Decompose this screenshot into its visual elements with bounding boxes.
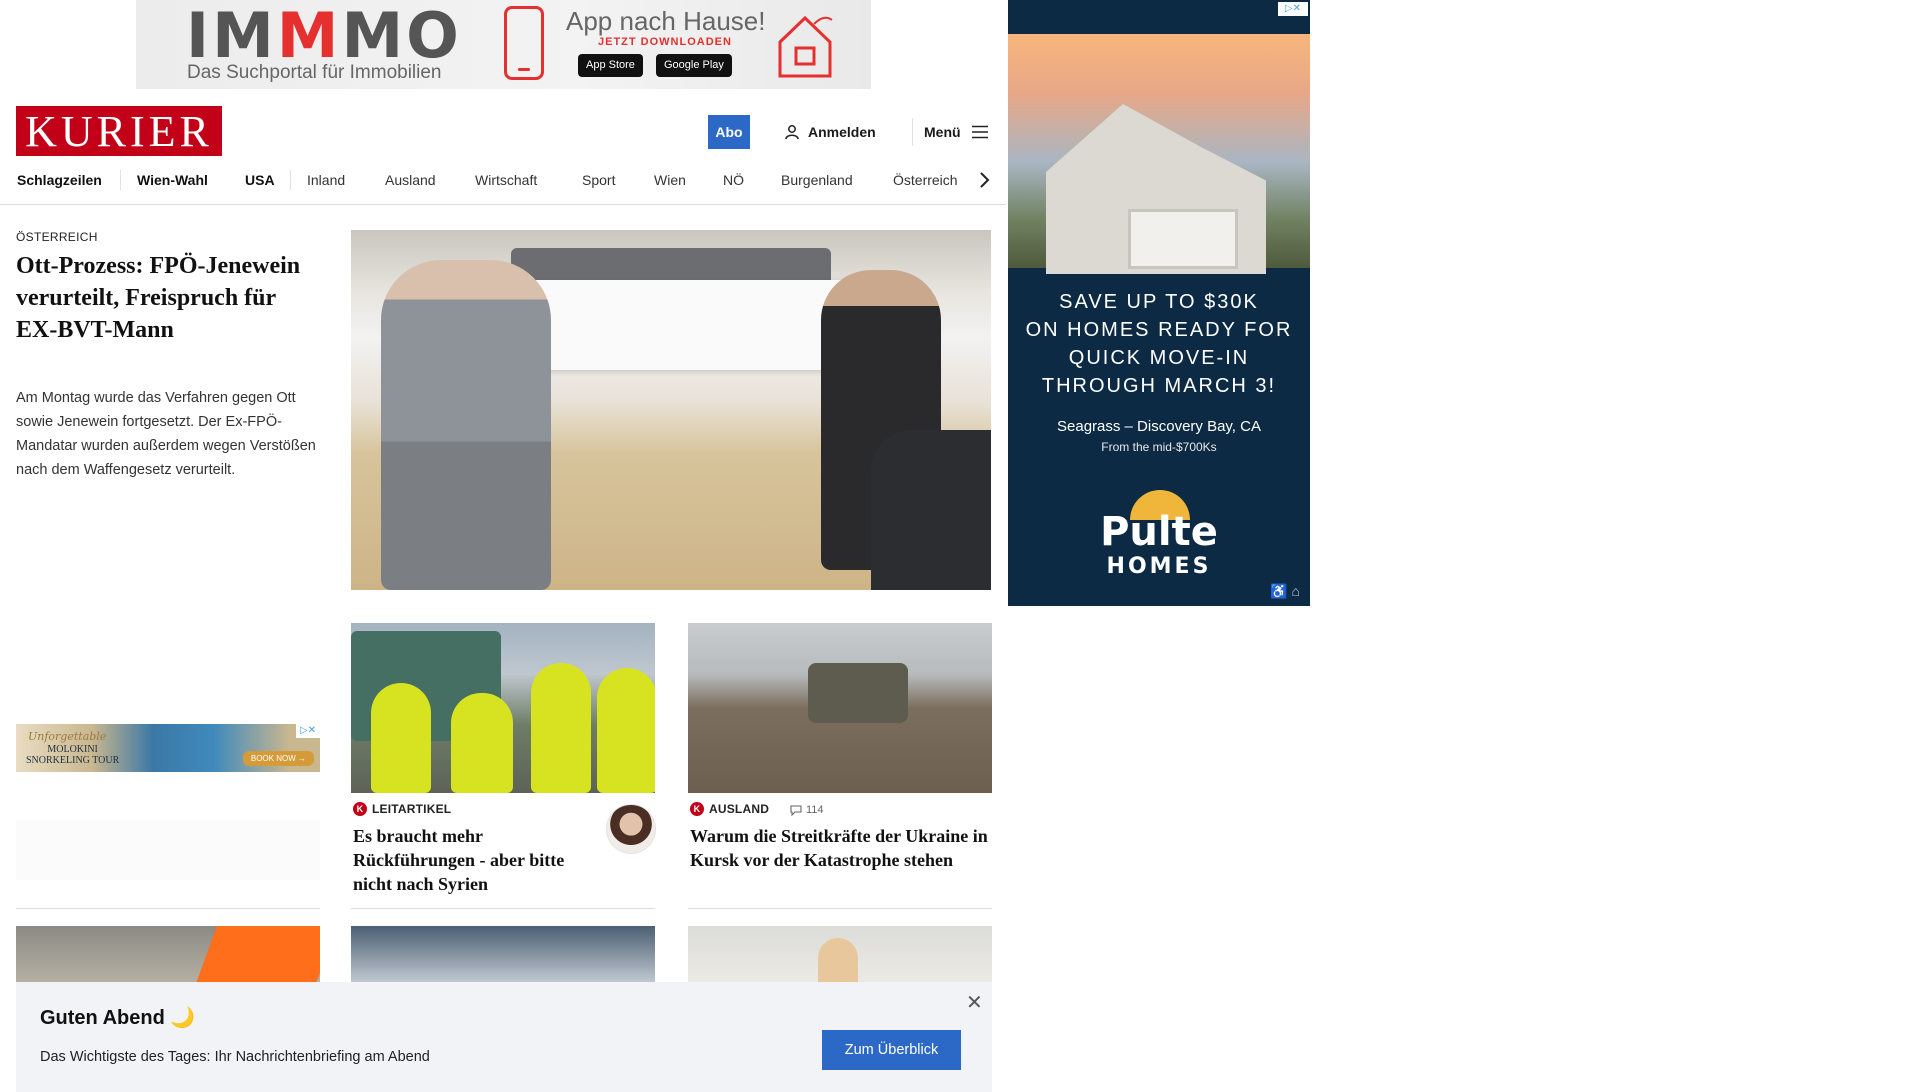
lead-teaser[interactable]: Am Montag wurde das Verfahren gegen Ott … xyxy=(16,386,316,482)
book-now-button[interactable]: BOOK NOW → xyxy=(242,751,314,766)
chevron-right-icon[interactable] xyxy=(978,171,990,189)
ad-cta: JETZT DOWNLOADEN xyxy=(598,36,732,48)
author-avatar xyxy=(606,804,656,854)
lead-image[interactable] xyxy=(351,230,991,590)
accessibility-icon: ♿ ⌂ xyxy=(1270,583,1300,599)
section-nav: Schlagzeilen Wien-Wahl USA Inland Auslan… xyxy=(16,170,1006,200)
ad-choices-icon[interactable]: ▷✕ xyxy=(296,724,320,738)
nav-item-burgenland[interactable]: Burgenland xyxy=(781,170,853,190)
close-icon[interactable]: ✕ xyxy=(966,990,983,1015)
kurier-logo[interactable]: KURIER xyxy=(16,106,222,156)
nav-item-usa[interactable]: USA xyxy=(245,170,275,190)
briefing-title: Guten Abend 🌙 xyxy=(40,1007,196,1029)
ad-brand-logo: IMMMO xyxy=(186,0,462,72)
nav-separator xyxy=(0,204,1006,205)
nav-item-oesterreich[interactable]: Österreich xyxy=(893,170,958,190)
header-divider xyxy=(912,118,913,146)
top-banner-ad[interactable]: IMMMO Das Suchportal für Immobilien App … xyxy=(136,0,871,89)
comment-count[interactable]: 114 xyxy=(790,804,824,816)
nav-item-inland[interactable]: Inland xyxy=(307,170,345,190)
nav-divider xyxy=(120,170,121,190)
login-button[interactable]: Anmelden xyxy=(784,121,876,143)
snorkeling-ad[interactable]: Unforgettable MOLOKINI SNORKELING TOUR BO… xyxy=(16,724,320,772)
card-image-tank[interactable] xyxy=(688,623,992,793)
ad-price: From the mid-$700Ks xyxy=(1101,440,1217,454)
overview-button[interactable]: Zum Überblick xyxy=(822,1030,961,1070)
user-icon xyxy=(785,125,799,140)
row-divider xyxy=(351,908,655,909)
hamburger-icon xyxy=(971,125,988,139)
app-store-badge[interactable]: App Store xyxy=(578,54,643,77)
phone-icon xyxy=(504,6,544,80)
row-divider xyxy=(688,908,992,909)
menu-label: Menü xyxy=(924,124,961,140)
card-image[interactable] xyxy=(351,926,655,986)
card-kicker[interactable]: K AUSLAND xyxy=(690,802,769,816)
ad-copy: SAVE UP TO $30K ON HOMES READY FOR QUICK… xyxy=(1025,291,1293,397)
nav-item-schlagzeilen[interactable]: Schlagzeilen xyxy=(17,170,102,190)
briefing-text: Das Wichtigste des Tages: Ihr Nachrichte… xyxy=(40,1049,430,1065)
card-image[interactable] xyxy=(16,926,320,986)
google-play-badge[interactable]: Google Play xyxy=(656,54,732,77)
pulte-logo: Pulte xyxy=(1100,509,1218,555)
ad-headline: App nach Hause! xyxy=(566,6,766,36)
sidebar-ad[interactable]: ▷✕ SAVE UP TO $30K ON HOMES READY FOR QU… xyxy=(1008,0,1310,606)
card-image-police[interactable] xyxy=(351,623,655,793)
house-icon xyxy=(778,15,833,78)
card-image[interactable] xyxy=(688,926,992,986)
card-kicker[interactable]: K LEITARTIKEL xyxy=(353,802,451,816)
card-headline[interactable]: Es braucht mehr Rückführungen - aber bit… xyxy=(353,824,603,896)
ad-brand-subline: Das Suchportal für Immobilien xyxy=(187,62,442,83)
nav-item-sport[interactable]: Sport xyxy=(582,170,615,190)
lead-headline[interactable]: Ott-Prozess: FPÖ-Jenewein verurteilt, Fr… xyxy=(16,250,316,346)
row-divider xyxy=(16,908,320,909)
nav-item-wien-wahl[interactable]: Wien-Wahl xyxy=(137,170,208,190)
nav-item-wien[interactable]: Wien xyxy=(654,170,686,190)
pulte-logo-sub: HOMES xyxy=(1106,554,1212,579)
nav-item-noe[interactable]: NÖ xyxy=(723,170,744,190)
nav-divider xyxy=(290,170,291,190)
login-label: Anmelden xyxy=(808,124,876,140)
menu-button[interactable]: Menü xyxy=(924,121,989,143)
abo-button[interactable]: Abo xyxy=(708,115,750,149)
lead-kicker[interactable]: ÖSTERREICH xyxy=(16,230,98,244)
kurier-k-icon: K xyxy=(353,802,367,816)
ad-placeholder xyxy=(16,820,320,880)
ad-location: Seagrass – Discovery Bay, CA xyxy=(1057,418,1261,435)
nav-item-wirtschaft[interactable]: Wirtschaft xyxy=(475,170,537,190)
card-headline[interactable]: Warum die Streitkräfte der Ukraine in Ku… xyxy=(690,824,990,872)
comment-icon xyxy=(790,804,802,816)
kurier-k-icon: K xyxy=(690,802,704,816)
ad-choices-icon[interactable]: ▷✕ xyxy=(1278,2,1308,16)
nav-item-ausland[interactable]: Ausland xyxy=(385,170,436,190)
